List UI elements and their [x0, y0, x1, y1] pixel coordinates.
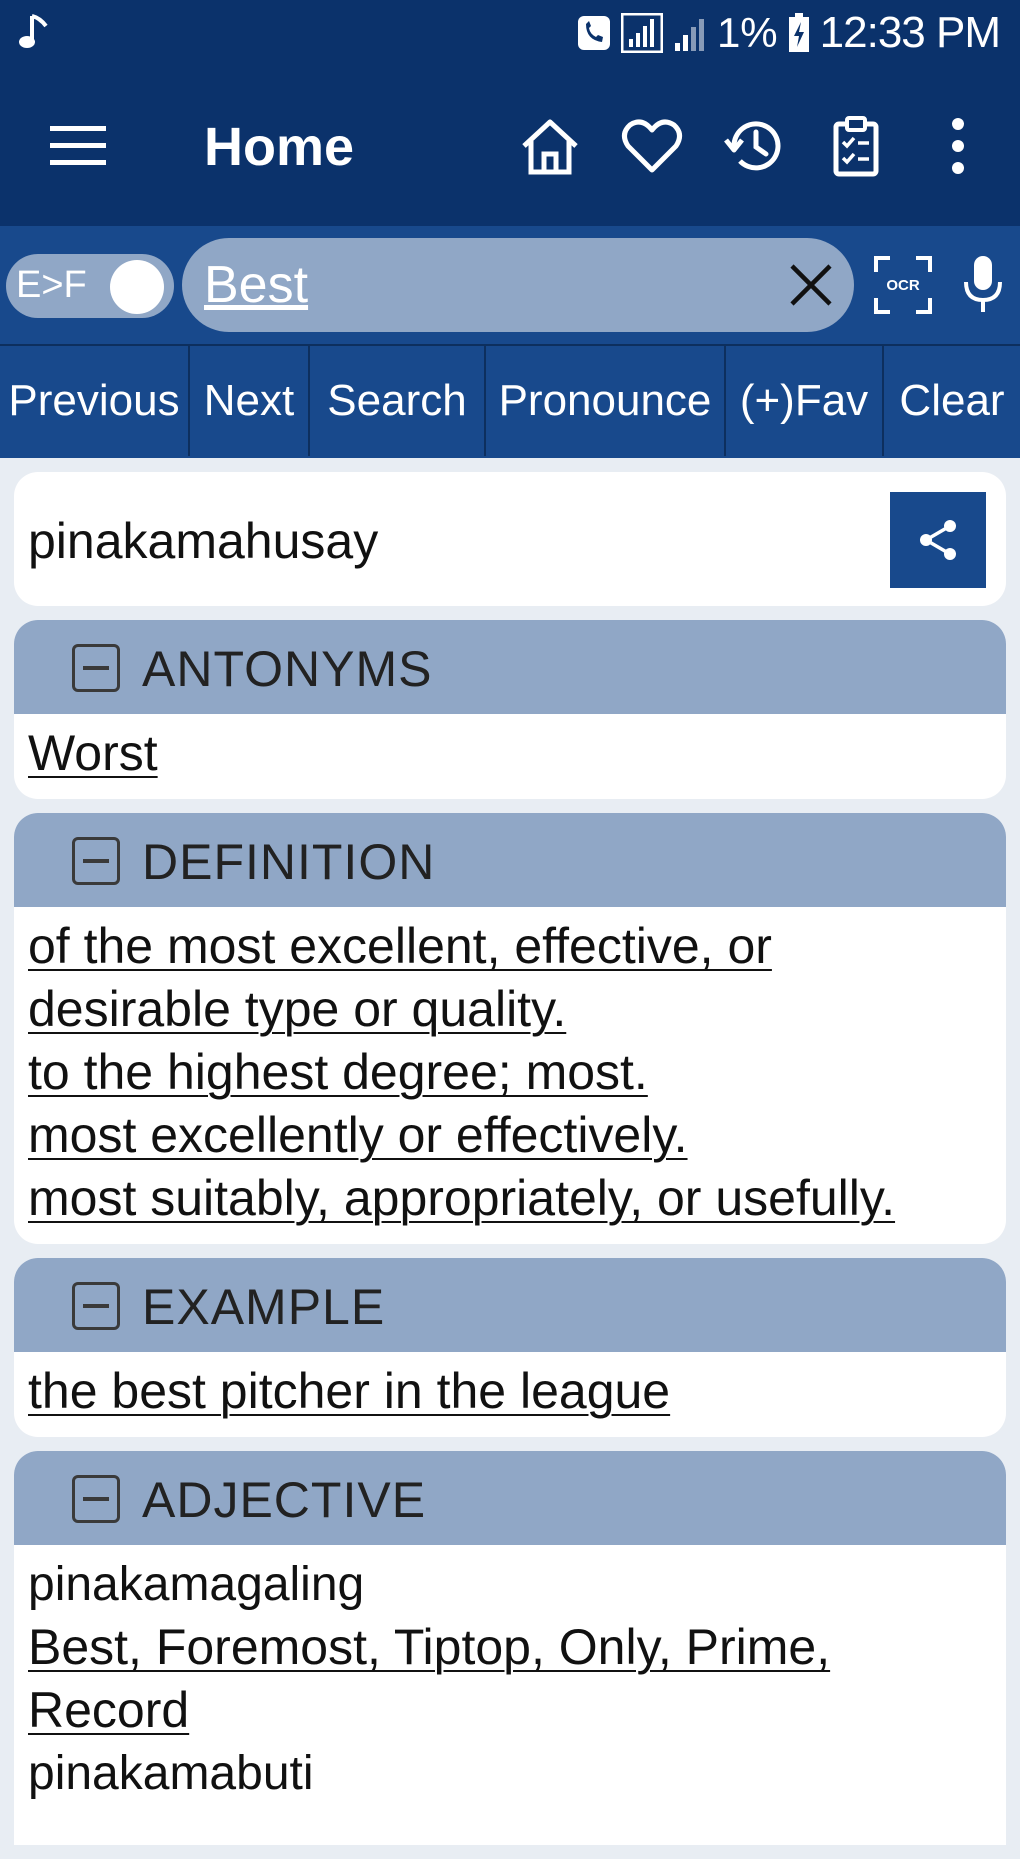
- translated-word: pinakamahusay: [28, 513, 379, 569]
- translation-card: pinakamahusay: [14, 472, 1006, 606]
- call-icon: [577, 16, 610, 50]
- music-note-icon: [19, 14, 48, 48]
- search-field-container: [182, 238, 854, 332]
- battery-percent: 1%: [716, 9, 778, 56]
- antonyms-header[interactable]: ANTONYMS: [14, 620, 1006, 714]
- section-title: ADJECTIVE: [142, 1472, 427, 1528]
- status-bar: 1% 12:33 PM: [0, 0, 1020, 68]
- collapse-icon[interactable]: [72, 644, 120, 692]
- menu-icon[interactable]: [50, 124, 106, 168]
- clear-button[interactable]: Clear: [884, 346, 1020, 456]
- example-line[interactable]: the best pitcher in the league: [28, 1360, 992, 1423]
- history-icon[interactable]: [722, 114, 786, 178]
- app-bar: Home: [0, 68, 1020, 226]
- adjective-word: pinakamabuti: [28, 1747, 314, 1800]
- section-title: ANTONYMS: [142, 641, 433, 697]
- share-icon: [920, 520, 956, 560]
- signal-icon: [674, 19, 704, 51]
- microphone-icon[interactable]: [960, 254, 1006, 316]
- previous-button[interactable]: Previous: [0, 346, 190, 456]
- definition-line[interactable]: most suitably, appropriately, or usefull…: [28, 1167, 992, 1230]
- antonym-link[interactable]: Worst: [28, 725, 158, 781]
- battery-icon: [788, 13, 809, 52]
- section-title: DEFINITION: [142, 834, 436, 890]
- close-icon[interactable]: [786, 260, 836, 310]
- search-button[interactable]: Search: [310, 346, 486, 456]
- action-toolbar: Previous Next Search Pronounce (+)Fav Cl…: [0, 344, 1020, 458]
- toggle-knob[interactable]: [110, 260, 164, 314]
- home-icon[interactable]: [518, 114, 582, 178]
- definition-line[interactable]: of the most excellent, effective, or: [28, 915, 992, 978]
- next-button[interactable]: Next: [190, 346, 310, 456]
- adjective-section: ADJECTIVE pinakamagaling Best, Foremost,…: [14, 1451, 1006, 1845]
- pronounce-button[interactable]: Pronounce: [486, 346, 726, 456]
- clock: 12:33 PM: [819, 8, 1001, 57]
- adjective-header[interactable]: ADJECTIVE: [14, 1451, 1006, 1545]
- adjective-word: pinakamagaling: [28, 1558, 365, 1611]
- definition-body: of the most excellent, effective, or des…: [14, 907, 1006, 1244]
- antonyms-body: Worst: [14, 714, 1006, 799]
- example-body: the best pitcher in the league: [14, 1352, 1006, 1437]
- collapse-icon[interactable]: [72, 1282, 120, 1330]
- definition-line[interactable]: to the highest degree; most.: [28, 1041, 992, 1104]
- clipboard-icon[interactable]: [824, 114, 888, 178]
- signal-icon: [620, 13, 663, 53]
- definition-line[interactable]: desirable type or quality.: [28, 978, 992, 1041]
- synonym-line[interactable]: Record: [28, 1679, 992, 1742]
- collapse-icon[interactable]: [72, 1475, 120, 1523]
- share-button[interactable]: [890, 492, 986, 588]
- add-favorite-button[interactable]: (+)Fav: [726, 346, 884, 456]
- definition-line[interactable]: most excellently or effectively.: [28, 1104, 992, 1167]
- example-header[interactable]: EXAMPLE: [14, 1258, 1006, 1352]
- example-section: EXAMPLE the best pitcher in the league: [14, 1258, 1006, 1437]
- results-content: pinakamahusay ANTONYMS Worst DEFINITION …: [14, 472, 1006, 1859]
- search-bar: E>F OCR: [0, 226, 1020, 344]
- more-icon[interactable]: [926, 114, 990, 178]
- page-title: Home: [204, 117, 355, 177]
- section-title: EXAMPLE: [142, 1279, 386, 1335]
- synonym-line[interactable]: Best, Foremost, Tiptop, Only, Prime,: [28, 1616, 992, 1679]
- search-input[interactable]: [204, 254, 744, 316]
- definition-section: DEFINITION of the most excellent, effect…: [14, 813, 1006, 1244]
- ocr-scan-icon[interactable]: OCR: [874, 256, 932, 314]
- collapse-icon[interactable]: [72, 837, 120, 885]
- antonyms-section: ANTONYMS Worst: [14, 620, 1006, 799]
- adjective-body: pinakamagaling Best, Foremost, Tiptop, O…: [14, 1545, 1006, 1845]
- heart-icon[interactable]: [620, 114, 684, 178]
- ocr-label: OCR: [886, 277, 920, 294]
- language-toggle-label: E>F: [16, 264, 87, 306]
- language-toggle[interactable]: E>F: [6, 254, 174, 318]
- definition-header[interactable]: DEFINITION: [14, 813, 1006, 907]
